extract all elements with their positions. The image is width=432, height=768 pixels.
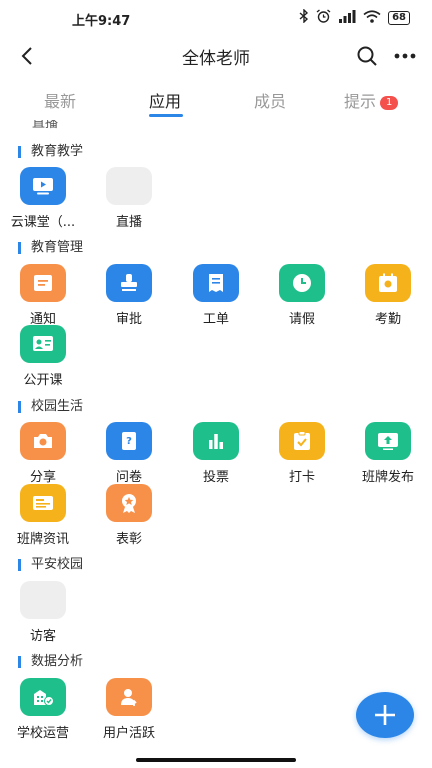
alarm-icon — [316, 9, 331, 26]
section-title-safe-campus: 平安校园 — [18, 557, 83, 573]
more-dots-icon — [394, 53, 416, 59]
board-news-icon — [20, 484, 66, 522]
app-label: 投票 — [202, 470, 229, 485]
app-share[interactable]: 分享 — [7, 422, 79, 485]
app-label: 用户活跃 — [102, 726, 155, 741]
app-label: 工单 — [202, 312, 229, 327]
tips-count-badge: 1 — [380, 96, 399, 110]
apps-content[interactable]: 直播 教育教学 云课堂（... 直播 教育管理 通知 审批 工单 请假 考勤 公… — [0, 120, 432, 768]
app-label: 分享 — [29, 470, 56, 485]
app-approval[interactable]: 审批 — [93, 264, 165, 327]
tab-members[interactable]: 成员 — [254, 88, 286, 112]
app-work-order[interactable]: 工单 — [180, 264, 252, 327]
plus-icon — [375, 705, 395, 725]
active-tab-indicator — [149, 114, 183, 117]
battery-indicator: 68 — [388, 10, 410, 25]
questionnaire-icon: ? — [106, 422, 152, 460]
app-label: 云课堂（... — [10, 215, 76, 230]
home-indicator — [136, 758, 296, 762]
app-label: 考勤 — [374, 312, 401, 327]
app-label: 表彰 — [115, 532, 142, 547]
ticket-icon — [193, 264, 239, 302]
notice-icon — [20, 264, 66, 302]
stamp-icon — [106, 264, 152, 302]
status-bar: 上午9:47 68 — [0, 0, 432, 36]
placeholder-icon — [20, 581, 66, 619]
app-notice[interactable]: 通知 — [7, 264, 79, 327]
app-label: 直播 — [115, 215, 142, 230]
section-title-management: 教育管理 — [18, 240, 83, 256]
section-title-data-analysis: 数据分析 — [18, 654, 83, 670]
bluetooth-icon — [299, 8, 309, 26]
camera-icon — [20, 422, 66, 460]
app-board-news[interactable]: 班牌资讯 — [7, 484, 79, 547]
search-icon — [357, 46, 377, 66]
app-label: 班牌发布 — [361, 470, 414, 485]
app-live[interactable]: 直播 — [93, 167, 165, 230]
board-upload-icon — [365, 422, 411, 460]
app-commendation[interactable]: 表彰 — [93, 484, 165, 547]
nav-bar: 全体老师 — [0, 36, 432, 76]
placeholder-icon — [106, 167, 152, 205]
tab-tips-label: 提示 — [344, 92, 377, 111]
more-button[interactable] — [390, 43, 420, 69]
play-screen-icon — [20, 167, 66, 205]
svg-text:?: ? — [126, 436, 132, 447]
partial-label: 直播 — [32, 120, 59, 131]
app-school-operation[interactable]: 学校运营 — [7, 678, 79, 741]
search-button[interactable] — [354, 43, 380, 69]
tab-apps[interactable]: 应用 — [149, 88, 181, 112]
app-label: 学校运营 — [16, 726, 69, 741]
app-label: 打卡 — [288, 470, 315, 485]
signal-icon — [338, 9, 356, 26]
open-class-icon — [20, 325, 66, 363]
award-icon — [106, 484, 152, 522]
attendance-icon — [365, 264, 411, 302]
add-button[interactable] — [356, 692, 414, 738]
app-label: 请假 — [288, 312, 315, 327]
section-title-teaching: 教育教学 — [18, 144, 83, 160]
school-building-icon — [20, 678, 66, 716]
app-label: 问卷 — [115, 470, 142, 485]
app-vote[interactable]: 投票 — [180, 422, 252, 485]
app-questionnaire[interactable]: ? 问卷 — [93, 422, 165, 485]
app-label: 公开课 — [23, 373, 63, 388]
tab-latest[interactable]: 最新 — [44, 88, 76, 112]
app-label: 审批 — [115, 312, 142, 327]
app-leave[interactable]: 请假 — [266, 264, 338, 327]
status-time: 上午9:47 — [72, 14, 131, 29]
wifi-icon — [363, 9, 381, 26]
app-board-publish[interactable]: 班牌发布 — [352, 422, 424, 485]
app-checkin[interactable]: 打卡 — [266, 422, 338, 485]
app-user-active[interactable]: 用户活跃 — [93, 678, 165, 741]
app-label: 班牌资讯 — [16, 532, 69, 547]
user-active-icon — [106, 678, 152, 716]
status-icons: 68 — [299, 8, 410, 26]
tab-bar: 最新 应用 成员 提示 1 — [0, 76, 432, 120]
bar-chart-icon — [193, 422, 239, 460]
app-visitor[interactable]: 访客 — [7, 581, 79, 644]
app-open-class[interactable]: 公开课 — [7, 325, 79, 388]
app-label: 访客 — [29, 629, 56, 644]
app-attendance[interactable]: 考勤 — [352, 264, 424, 327]
clock-icon — [279, 264, 325, 302]
app-cloud-classroom[interactable]: 云课堂（... — [7, 167, 79, 230]
section-title-campus-life: 校园生活 — [18, 399, 83, 415]
tab-tips[interactable]: 提示 1 — [344, 88, 399, 112]
checkin-icon — [279, 422, 325, 460]
